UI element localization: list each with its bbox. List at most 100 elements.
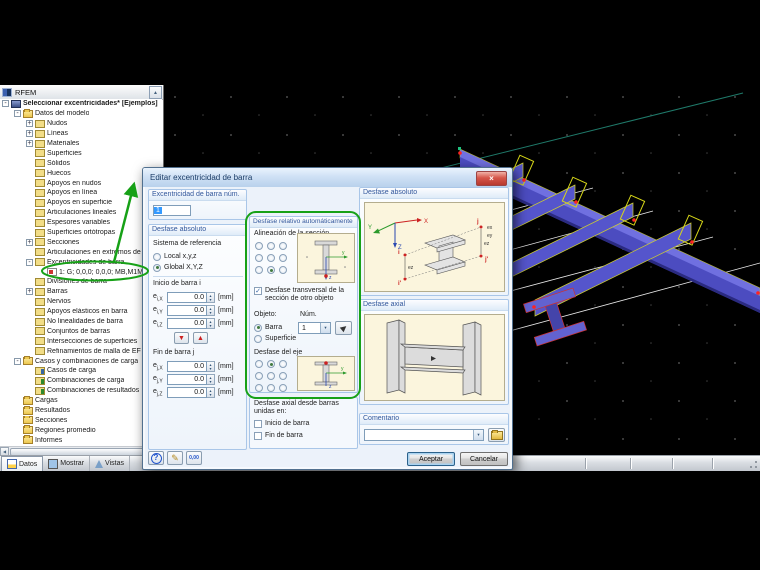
tree-expand-toggle[interactable]: + [26, 238, 33, 246]
offset-input[interactable]: 0.0 [167, 374, 207, 385]
tree-item[interactable]: Divisiones de barra [0, 277, 162, 287]
tree-expand-toggle[interactable]: + [26, 140, 33, 147]
alignment-radio-0[interactable] [255, 242, 263, 250]
alignment-radio-4[interactable] [267, 254, 275, 262]
tree-item[interactable]: No linealidades de barra [0, 317, 162, 327]
tree-item[interactable]: Superficies [0, 148, 162, 158]
spinner[interactable]: ▴ ▾ [207, 305, 215, 316]
object-type-option[interactable]: Barra [254, 322, 296, 333]
radio-selected[interactable] [153, 263, 161, 272]
accept-button[interactable]: Aceptar [407, 452, 455, 466]
help-button[interactable]: ? [148, 451, 164, 465]
axis-offset-radio-8[interactable] [279, 384, 287, 392]
tree-item[interactable]: - Seleccionar excentricidades* [Ejemplos] [0, 99, 162, 109]
spinner[interactable]: ▴ ▾ [207, 361, 215, 372]
resize-grip[interactable] [749, 460, 758, 469]
transverse-offset-checkbox[interactable]: ✓ Desfase transversal de la sección de o… [254, 287, 355, 303]
tree-item[interactable]: Intersecciones de superficies [0, 336, 162, 346]
checkbox-checked[interactable]: ✓ [254, 287, 262, 295]
tree-item[interactable]: Informes [0, 435, 162, 445]
reference-system-option[interactable]: Global X,Y,Z [153, 262, 203, 273]
chevron-down-icon[interactable]: ▾ [320, 323, 330, 333]
tree-item[interactable]: Nervios [0, 297, 162, 307]
tree-item[interactable]: Articulaciones lineales [0, 208, 162, 218]
tree-item[interactable]: + Barras [0, 287, 162, 297]
tree-item[interactable]: Apoyos en superficie [0, 198, 162, 208]
tree-item[interactable]: + Líneas [0, 129, 162, 139]
tree-item[interactable]: Espesores variables [0, 218, 162, 228]
tree-item[interactable]: - Excentricidades de barra [0, 257, 162, 267]
tree-item[interactable]: - Casos y combinaciones de carga [0, 356, 162, 366]
object-type-option[interactable]: Superficie [254, 333, 296, 344]
tree-item[interactable]: Cargas [0, 395, 162, 406]
reference-system-option[interactable]: Local x,y,z [153, 251, 203, 262]
tree-item[interactable]: Apoyos elásticos en barra [0, 307, 162, 317]
alignment-radio-3[interactable] [255, 254, 263, 262]
tree-item[interactable]: Combinaciones de resultados [0, 386, 162, 396]
tree-item[interactable]: 1: G; 0,0,0; 0,0,0; MB,M1MT [0, 267, 162, 277]
tree-item[interactable]: Casos de carga [0, 366, 162, 376]
tree-expand-toggle[interactable]: + [26, 130, 33, 138]
spinner[interactable]: ▴ ▾ [207, 292, 215, 303]
tree-item[interactable]: + Secciones [0, 237, 162, 247]
tree-item[interactable]: Articulaciones en extremos de barra [0, 247, 162, 257]
alignment-radio-8[interactable] [279, 266, 287, 274]
comment-edit-button[interactable]: ✎ [167, 451, 183, 465]
spinner[interactable]: ▴ ▾ [207, 387, 215, 398]
tree-item[interactable]: Huecos [0, 168, 162, 178]
radio-selected[interactable] [254, 323, 262, 332]
tree-item[interactable]: Apoyos en nudos [0, 178, 162, 188]
radio-unselected[interactable] [254, 334, 262, 343]
comment-combo[interactable]: ▾ [364, 429, 484, 441]
alignment-radio-7[interactable] [267, 266, 275, 274]
object-number-combo[interactable]: 1 ▾ [298, 322, 331, 334]
comment-library-button[interactable] [488, 428, 505, 442]
radio-unselected[interactable] [153, 252, 161, 261]
eccentricity-number-input[interactable]: 1 [153, 205, 191, 216]
checkbox-unchecked[interactable] [254, 432, 262, 440]
tab-vistas[interactable]: Vistas [90, 456, 130, 471]
axis-offset-radio-4[interactable] [267, 372, 275, 380]
close-icon[interactable]: × [476, 171, 507, 186]
axis-offset-radio-2[interactable] [279, 360, 287, 368]
axis-offset-radio-0[interactable] [255, 360, 263, 368]
alignment-radio-5[interactable] [279, 254, 287, 262]
tree-item[interactable]: Superficies ortótropas [0, 228, 162, 238]
axis-offset-radio-3[interactable] [255, 372, 263, 380]
copy-to-end-button[interactable]: ▼ [174, 332, 189, 344]
axial-from-checkbox[interactable]: Inicio de barra [254, 420, 309, 428]
axial-from-checkbox[interactable]: Fin de barra [254, 432, 309, 440]
dialog-titlebar[interactable]: Editar excentricidad de barra × [143, 168, 512, 187]
tree-item[interactable]: Sólidos [0, 158, 162, 168]
units-settings-button[interactable]: 0,00 [186, 451, 202, 465]
chevron-down-icon[interactable]: ▾ [473, 430, 483, 440]
alignment-radio-6[interactable] [255, 266, 263, 274]
tree-item[interactable]: Refinamientos de malla de EF [0, 346, 162, 356]
spinner[interactable]: ▴ ▾ [207, 374, 215, 385]
tree-item[interactable]: Regiones promedio [0, 425, 162, 435]
tab-mostrar[interactable]: Mostrar [43, 456, 91, 471]
tree-expand-toggle[interactable]: + [26, 120, 33, 128]
tree-item[interactable]: Combinaciones de carga [0, 376, 162, 386]
offset-input[interactable]: 0.0 [167, 305, 207, 316]
tree-expand-toggle[interactable]: - [26, 258, 33, 266]
offset-input[interactable]: 0.0 [167, 387, 207, 398]
alignment-radio-1[interactable] [267, 242, 275, 250]
cancel-button[interactable]: Cancelar [460, 452, 508, 466]
scroll-up-button[interactable]: ▲ [149, 86, 162, 99]
pick-object-button[interactable] [335, 321, 352, 335]
tree-item[interactable]: Apoyos en línea [0, 188, 162, 198]
spinner[interactable]: ▴ ▾ [207, 318, 215, 329]
tree-expand-toggle[interactable]: - [2, 100, 9, 108]
tree-item[interactable]: Resultados [0, 405, 162, 416]
axis-offset-radio-1[interactable] [267, 360, 275, 368]
tree-expand-toggle[interactable]: + [26, 288, 33, 296]
tree-item[interactable]: - Datos del modelo [0, 108, 162, 119]
alignment-radio-2[interactable] [279, 242, 287, 250]
tree-expand-toggle[interactable]: - [14, 110, 21, 118]
tree-item[interactable]: Secciones [0, 415, 162, 426]
axis-offset-radio-7[interactable] [267, 384, 275, 392]
axis-offset-radio-5[interactable] [279, 372, 287, 380]
copy-to-start-button[interactable]: ▲ [193, 332, 208, 344]
tree-item[interactable]: + Materiales [0, 139, 162, 149]
